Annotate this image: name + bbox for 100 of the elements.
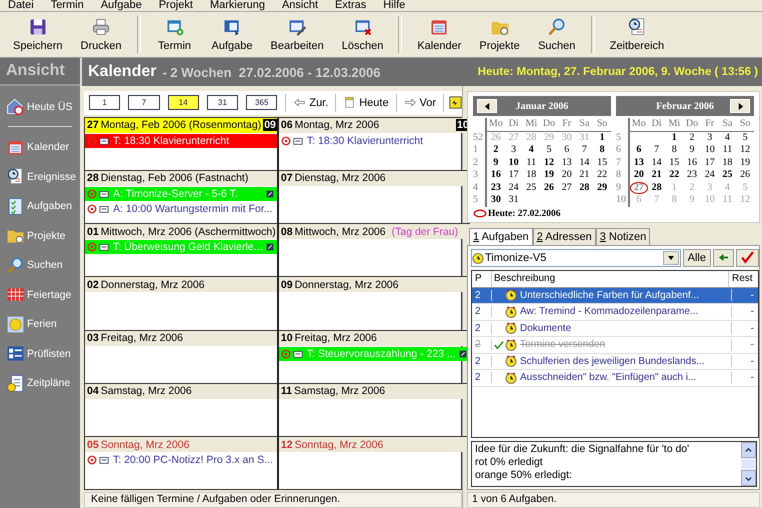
- calendar-day[interactable]: 21: [648, 169, 666, 182]
- calendar-day[interactable]: 8: [593, 144, 611, 156]
- menu-item[interactable]: Termin: [50, 0, 84, 11]
- sidebar-item[interactable]: Aufgaben: [0, 192, 80, 221]
- note-button[interactable]: [448, 96, 462, 110]
- task-row[interactable]: 2 Ausschneiden" bzw. "Einfügen" auch i... -: [472, 370, 758, 386]
- menu-item[interactable]: Hilfe: [383, 0, 406, 11]
- calendar-day[interactable]: 12: [736, 144, 754, 156]
- calendar-day[interactable]: 16: [487, 169, 505, 182]
- calendar-day[interactable]: 3: [700, 132, 719, 144]
- toolbar-button[interactable]: Suchen: [532, 13, 582, 56]
- calendar-day[interactable]: 25: [718, 169, 736, 182]
- filter-button[interactable]: Alle: [682, 248, 711, 266]
- calendar-day[interactable]: 6: [558, 144, 576, 156]
- range-button[interactable]: 14: [168, 95, 199, 110]
- notes-field[interactable]: Idee für die Zukunft: die Signalfahne für 'to do' rot 0% erledigt orange 50% erledigt:: [471, 441, 757, 487]
- calendar-day[interactable]: 31: [504, 194, 522, 206]
- day-cell[interactable]: 02 Donnerstag, Mrz 2006: [85, 277, 277, 331]
- calendar-day[interactable]: 10: [700, 144, 719, 156]
- calendar-entry[interactable]: A: 10:00 Wartungstermin mit For...: [85, 202, 277, 216]
- calendar-day[interactable]: 17: [700, 156, 719, 169]
- calendar-day[interactable]: 19: [540, 169, 558, 182]
- task-row[interactable]: 2 Schulferien des jeweiligen Bundeslands... -: [472, 354, 758, 370]
- previous-month-button[interactable]: [477, 99, 497, 113]
- column-header[interactable]: P: [472, 270, 492, 286]
- sidebar-item[interactable]: Ferien: [0, 310, 80, 339]
- menu-item[interactable]: Extras: [335, 0, 366, 11]
- calendar-day[interactable]: 27: [558, 182, 576, 194]
- calendar-day[interactable]: 20: [558, 169, 576, 182]
- calendar-day[interactable]: 2: [487, 144, 505, 156]
- range-button[interactable]: 365: [246, 95, 278, 110]
- toolbar-button[interactable]: Termin: [150, 13, 200, 56]
- done-button[interactable]: [736, 248, 759, 266]
- calendar-day[interactable]: 24: [504, 182, 522, 194]
- menu-item[interactable]: Aufgabe: [100, 0, 142, 11]
- menu-item[interactable]: Markierung: [210, 0, 265, 11]
- calendar-entry[interactable]: T: 20:00 PC-Notizz! Pro 3.x an S...: [85, 453, 277, 467]
- day-cell[interactable]: 01 Mittwoch, Mrz 2006 (Aschermittwoch) T: Überweisung Geld Klavierle...: [85, 224, 277, 278]
- calendar-day[interactable]: 11: [522, 156, 540, 169]
- toolbar-button[interactable]: Projekte: [473, 13, 526, 56]
- range-button[interactable]: 7: [128, 95, 160, 110]
- calendar-day[interactable]: 30: [487, 194, 505, 206]
- calendar-day[interactable]: 9: [683, 144, 701, 156]
- sidebar-item[interactable]: Ereignisse: [0, 162, 80, 192]
- calendar-day[interactable]: 18: [718, 156, 736, 169]
- calendar-day[interactable]: 23: [487, 182, 505, 194]
- nav-button[interactable]: Zur.: [291, 96, 330, 110]
- sidebar-item[interactable]: Zeitpläne: [0, 368, 80, 398]
- column-header[interactable]: Beschreibung: [492, 270, 729, 286]
- calendar-day[interactable]: 25: [522, 182, 540, 194]
- day-cell[interactable]: 12 Sonntag, Mrz 2006: [278, 437, 470, 490]
- calendar-day[interactable]: 18: [522, 169, 540, 182]
- tab[interactable]: 2 Adressen: [532, 228, 596, 244]
- menu-item[interactable]: Projekt: [158, 0, 193, 11]
- calendar-day[interactable]: 19: [736, 156, 754, 169]
- calendar-day[interactable]: 13: [630, 156, 648, 169]
- menu-item[interactable]: Datei: [8, 0, 34, 11]
- toolbar-button[interactable]: Aufgabe: [206, 13, 258, 56]
- calendar-day[interactable]: 14: [576, 156, 594, 169]
- tab[interactable]: 3 Notizen: [596, 228, 650, 244]
- calendar-day[interactable]: 22: [665, 169, 684, 182]
- calendar-day[interactable]: 26: [736, 169, 754, 182]
- calendar-day[interactable]: 7: [648, 144, 666, 156]
- calendar-day[interactable]: 27: [630, 182, 648, 194]
- column-header[interactable]: Rest: [729, 270, 758, 286]
- toolbar-button[interactable]: Drucken: [74, 13, 128, 56]
- calendar-day[interactable]: 21: [576, 169, 594, 182]
- day-cell[interactable]: 09 Donnerstag, Mrz 2006: [278, 277, 470, 331]
- back-button[interactable]: [713, 248, 734, 266]
- day-cell[interactable]: 04 Samstag, Mrz 2006: [85, 384, 277, 437]
- calendar-day[interactable]: 1: [593, 132, 611, 144]
- calendar-day[interactable]: 5: [540, 144, 558, 156]
- day-cell[interactable]: 03 Freitag, Mrz 2006: [85, 330, 277, 384]
- range-button[interactable]: 1: [89, 95, 120, 110]
- task-row[interactable]: 2 Dokumente -: [472, 320, 758, 337]
- calendar-day[interactable]: 11: [718, 144, 736, 156]
- project-dropdown[interactable]: Timonize-V5: [471, 248, 681, 266]
- calendar-day[interactable]: 16: [683, 156, 701, 169]
- day-cell[interactable]: 27 Montag, Feb 2006 (Rosenmontag) 09 T: 18:30 Klavierunterricht: [85, 118, 277, 171]
- next-month-button[interactable]: [730, 99, 750, 113]
- calendar-day[interactable]: 6: [630, 144, 648, 156]
- toolbar-button[interactable]: Speichern: [7, 13, 69, 56]
- sidebar-item[interactable]: Kalender: [0, 132, 80, 162]
- nav-button[interactable]: Vor: [402, 96, 438, 110]
- calendar-day[interactable]: 10: [504, 156, 522, 169]
- calendar-day[interactable]: 29: [593, 182, 611, 194]
- menu-item[interactable]: Ansicht: [282, 0, 318, 11]
- scrollbar[interactable]: [741, 442, 756, 486]
- calendar-day[interactable]: 23: [683, 169, 701, 182]
- calendar-entry[interactable]: T: 18:30 Klavierunterricht: [85, 134, 277, 148]
- calendar-day[interactable]: 1: [665, 132, 684, 144]
- calendar-day[interactable]: 2: [683, 132, 701, 144]
- calendar-day[interactable]: 12: [540, 156, 558, 169]
- calendar-day[interactable]: 9: [487, 156, 505, 169]
- calendar-day[interactable]: 4: [522, 144, 540, 156]
- calendar-day[interactable]: 28: [648, 182, 666, 194]
- sidebar-item[interactable]: Suchen: [0, 250, 80, 280]
- calendar-day[interactable]: 4: [718, 132, 736, 144]
- calendar-day[interactable]: 7: [576, 144, 594, 156]
- day-cell[interactable]: 10 Freitag, Mrz 2006 T: Steuervorauszahlung - 223 ...: [278, 330, 470, 384]
